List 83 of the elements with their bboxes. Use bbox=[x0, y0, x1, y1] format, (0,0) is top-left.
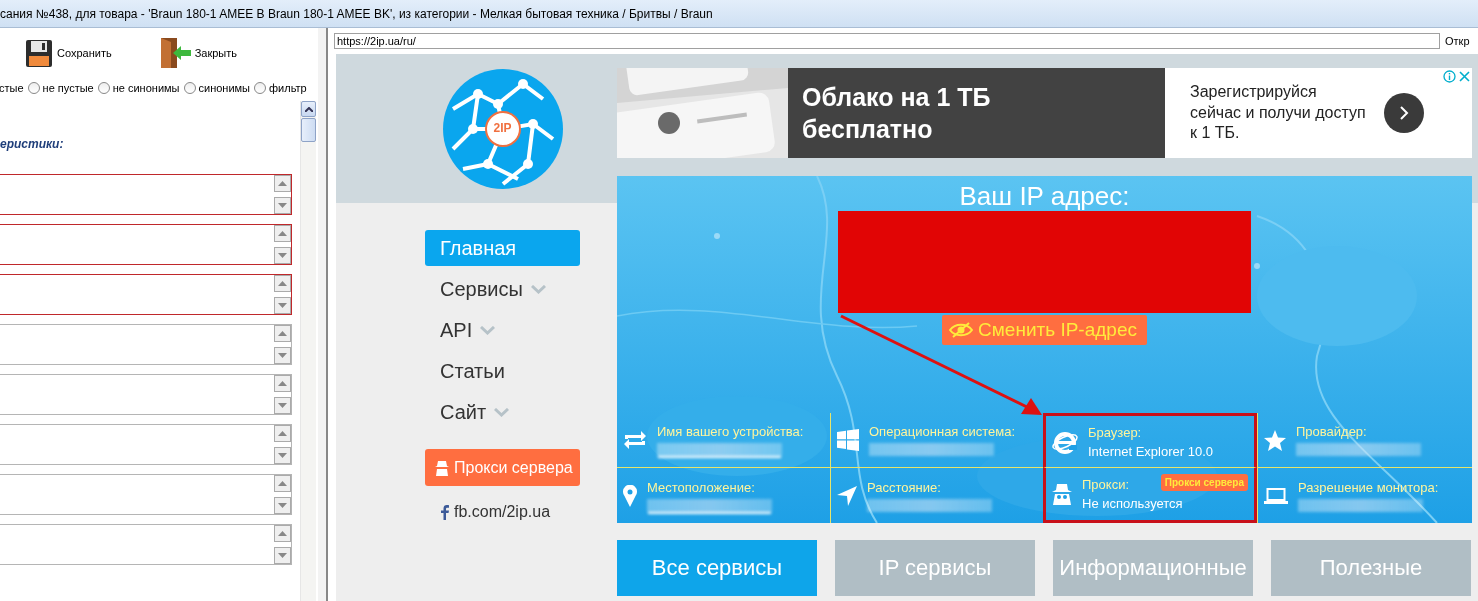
save-button[interactable]: Сохранить bbox=[25, 38, 112, 68]
radio-button[interactable] bbox=[254, 82, 267, 94]
chevron-right-icon bbox=[1399, 105, 1409, 121]
nav-item[interactable]: Статьи bbox=[425, 353, 580, 389]
facebook-icon bbox=[441, 504, 449, 520]
radio-button[interactable] bbox=[97, 82, 110, 94]
ad-headline: Облако на 1 ТБ бесплатно bbox=[802, 81, 992, 145]
laptop-icon bbox=[1264, 487, 1288, 504]
spy-icon bbox=[435, 459, 449, 476]
logo-text: 2IP bbox=[492, 121, 513, 135]
caret-up-icon bbox=[278, 381, 287, 386]
info-label: Прокси: bbox=[1082, 477, 1129, 492]
caret-down-icon bbox=[278, 353, 287, 358]
filter-radio[interactable]: фильтр bbox=[254, 82, 307, 94]
scroll-up-button[interactable] bbox=[301, 101, 316, 117]
scroll-down-button[interactable] bbox=[274, 347, 291, 364]
scroll-down-button[interactable] bbox=[274, 447, 291, 464]
text-area[interactable] bbox=[0, 274, 292, 315]
caret-down-icon bbox=[278, 453, 287, 458]
scroll-down-button[interactable] bbox=[274, 547, 291, 564]
scrollbar-thumb[interactable] bbox=[301, 118, 316, 142]
eye-icon bbox=[949, 322, 974, 338]
filter-radio[interactable]: синонимы bbox=[183, 82, 251, 94]
info-value: Не используется bbox=[1082, 496, 1183, 511]
filter-option-label: стые bbox=[0, 82, 24, 94]
caret-up-icon bbox=[278, 231, 287, 236]
radio-button[interactable] bbox=[183, 82, 196, 94]
close-icon[interactable] bbox=[1459, 71, 1470, 82]
info-label: Разрешение монитора: bbox=[1298, 479, 1439, 495]
door-exit-icon bbox=[158, 37, 192, 69]
nav-item[interactable]: Сайт bbox=[425, 394, 580, 430]
radio-button[interactable] bbox=[27, 82, 40, 94]
info-label: Имя вашего устройства: bbox=[657, 424, 804, 439]
chevron-up-icon bbox=[304, 106, 313, 112]
star-icon bbox=[1264, 429, 1286, 451]
caret-down-icon bbox=[278, 403, 287, 408]
caret-up-icon bbox=[278, 281, 287, 286]
filter-radio[interactable]: не пустые bbox=[27, 82, 94, 94]
window-title: сания №438, для товара - 'Braun 180-1 AMEE B Braun 180-1 AMEE BK', из категории - Мелкая бытовая техника / Бритвы / Braun bbox=[0, 6, 713, 21]
scroll-down-button[interactable] bbox=[274, 197, 291, 214]
caret-up-icon bbox=[278, 181, 287, 186]
spy-icon bbox=[1052, 483, 1072, 505]
text-area[interactable] bbox=[0, 174, 292, 215]
next-button[interactable] bbox=[1384, 93, 1424, 133]
info-label: Провайдер: bbox=[1296, 424, 1367, 439]
caret-down-icon bbox=[278, 203, 287, 208]
open-button[interactable]: Откр bbox=[1445, 35, 1470, 47]
caret-up-icon bbox=[278, 331, 287, 336]
swap-arrows-icon bbox=[623, 430, 647, 450]
windows-logo-icon bbox=[837, 429, 859, 451]
address-field[interactable]: https://2ip.ua/ru/ bbox=[334, 33, 1440, 49]
close-button[interactable]: Закрыть bbox=[158, 37, 238, 69]
caret-up-icon bbox=[278, 481, 287, 486]
browser-e-icon bbox=[1052, 429, 1078, 454]
network-globe-icon bbox=[442, 69, 563, 189]
ad-banner[interactable]: Облако на 1 ТБ бесплатно Зарегистрируйся сейчас и получи доступ к 1 ТБ. bbox=[617, 68, 1472, 158]
caret-up-icon bbox=[278, 531, 287, 536]
nav-item[interactable]: Сервисы bbox=[425, 271, 580, 307]
info-label: Местоположение: bbox=[647, 479, 755, 495]
filter-radio[interactable]: не синонимы bbox=[97, 82, 180, 94]
ad-text: Зарегистрируйся сейчас и получи доступ к 1 ТБ. bbox=[1190, 81, 1367, 144]
scrollbar[interactable] bbox=[300, 101, 316, 601]
location-pin-icon bbox=[623, 484, 637, 507]
info-value: Internet Explorer 10.0 bbox=[1088, 443, 1214, 459]
info-label: Браузер: bbox=[1088, 424, 1142, 440]
caret-down-icon bbox=[278, 253, 287, 258]
info-label: Операционная система: bbox=[869, 424, 1016, 439]
section-label: еристики: bbox=[0, 137, 65, 152]
caret-down-icon bbox=[278, 503, 287, 508]
ip-heading: Ваш IP адрес: bbox=[959, 182, 1130, 210]
info-icon[interactable] bbox=[1443, 70, 1456, 83]
caret-down-icon bbox=[278, 553, 287, 558]
scroll-down-button[interactable] bbox=[274, 297, 291, 314]
caret-up-icon bbox=[278, 431, 287, 436]
navigation-arrow-icon bbox=[837, 485, 857, 506]
facebook-link[interactable]: fb.com/2ip.ua bbox=[425, 503, 580, 521]
scroll-down-button[interactable] bbox=[274, 497, 291, 514]
caret-down-icon bbox=[278, 303, 287, 308]
text-area[interactable] bbox=[0, 224, 292, 265]
nav-item[interactable]: API bbox=[425, 312, 580, 348]
scroll-down-button[interactable] bbox=[274, 397, 291, 414]
scroll-down-button[interactable] bbox=[274, 247, 291, 264]
info-label: Расстояние: bbox=[867, 479, 941, 495]
